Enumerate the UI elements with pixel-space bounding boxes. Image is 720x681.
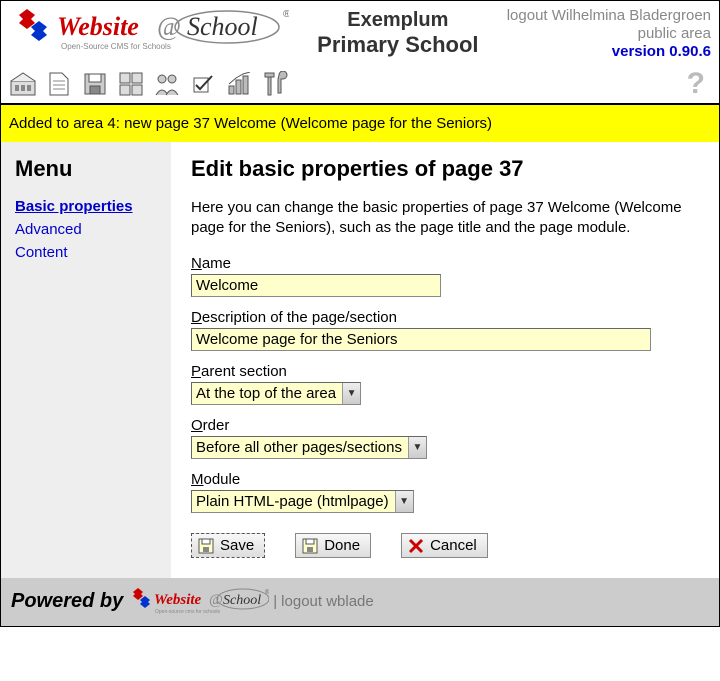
save-label: Save [220,537,254,554]
save-icon[interactable] [81,70,109,98]
sidebar: Menu Basic properties Advanced Content [1,142,171,578]
page-title: Edit basic properties of page 37 [191,156,699,182]
sidebar-title: Menu [15,156,161,182]
disk-icon [302,538,318,554]
order-label: Order [191,417,699,434]
order-select[interactable]: Before all other pages/sections ▼ [191,436,427,459]
main-content: Edit basic properties of page 37 Here yo… [171,142,719,578]
cancel-button[interactable]: Cancel [401,533,488,558]
footer-logo: Website @ School Open-source cms for sch… [129,586,269,616]
description-input[interactable] [191,328,651,351]
svg-text:Website: Website [57,12,139,41]
done-label: Done [324,537,360,554]
svg-text:School: School [187,12,258,41]
footer-separator: | [273,593,277,610]
users-icon[interactable] [153,70,181,98]
parent-label: Parent section [191,363,699,380]
logout-link[interactable]: logout Wilhelmina Bladergroen [507,7,711,25]
footer-logout-link[interactable]: logout wblade [281,593,374,610]
school-name: Exemplum Primary School [289,9,507,57]
home-icon[interactable] [9,70,37,98]
sidebar-item-basic-properties[interactable]: Basic properties [15,198,161,215]
logo: Website @ School ® Open-Source CMS for S… [9,5,289,55]
name-input[interactable] [191,274,441,297]
module-label: Module [191,471,699,488]
svg-text:Website: Website [154,592,202,608]
module-select[interactable]: Plain HTML-page (htmlpage) ▼ [191,490,414,513]
toolbar: ? [1,63,719,105]
public-area-link[interactable]: public area [507,25,711,43]
school-line2: Primary School [289,32,507,57]
stats-icon[interactable] [225,70,253,98]
footer: Powered by Website @ School Open-source … [1,578,719,626]
header: Website @ School ® Open-Source CMS for S… [1,1,719,63]
notice-bar: Added to area 4: new page 37 Welcome (We… [1,105,719,142]
chevron-down-icon: ▼ [408,437,426,458]
done-button[interactable]: Done [295,533,371,558]
tools-icon[interactable] [261,70,289,98]
svg-text:@: @ [157,12,181,41]
check-icon[interactable] [189,70,217,98]
svg-text:Open-Source CMS for Schools: Open-Source CMS for Schools [61,42,171,51]
description-label: Description of the page/section [191,309,699,326]
save-button[interactable]: Save [191,533,265,558]
help-icon[interactable]: ? [687,67,705,101]
page-intro: Here you can change the basic properties… [191,198,699,237]
parent-select[interactable]: At the top of the area ▼ [191,382,361,405]
page-icon[interactable] [45,70,73,98]
school-line1: Exemplum [289,9,507,32]
svg-text:School: School [223,593,261,608]
svg-text:@: @ [209,592,223,608]
svg-text:®: ® [265,589,269,596]
chevron-down-icon: ▼ [395,491,413,512]
header-right: logout Wilhelmina Bladergroen public are… [507,7,711,61]
modules-icon[interactable] [117,70,145,98]
disk-icon [198,538,214,554]
powered-by-text: Powered by [11,590,123,613]
chevron-down-icon: ▼ [342,383,360,404]
name-label: Name [191,255,699,272]
sidebar-item-advanced[interactable]: Advanced [15,221,161,238]
cancel-label: Cancel [430,537,477,554]
cancel-icon [408,538,424,554]
sidebar-item-content[interactable]: Content [15,244,161,261]
svg-text:Open-source cms for schools: Open-source cms for schools [155,609,221,615]
version-text: version 0.90.6 [507,43,711,61]
